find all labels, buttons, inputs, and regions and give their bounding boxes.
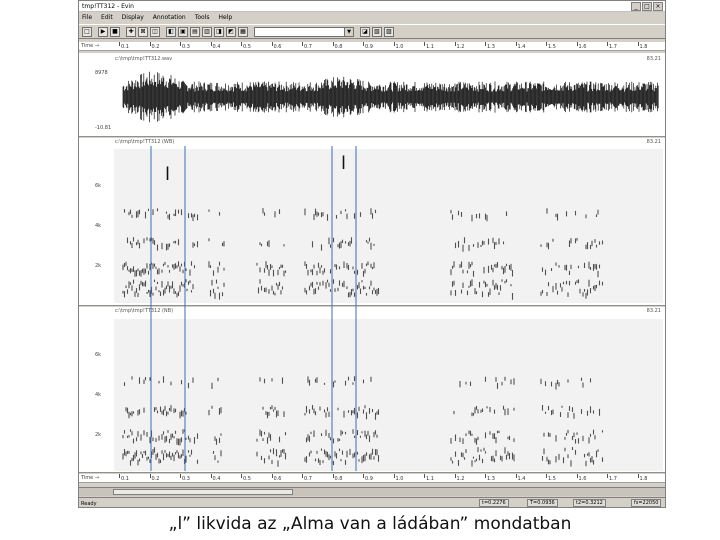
spectrogram-2-background xyxy=(114,319,663,471)
speech-analysis-window: tmp!TT312 - Evin _ □ × File Edit Display… xyxy=(78,0,666,508)
signal-drawing-layer: ll xyxy=(114,71,663,471)
figure-caption: „l” likvida az „Alma van a ládában” mond… xyxy=(168,514,572,534)
spectrogram-1-background xyxy=(114,149,663,303)
segment-label-l-1: l xyxy=(165,164,170,185)
segment-label-l-2: l xyxy=(341,153,346,174)
waveform-trace xyxy=(122,71,659,123)
